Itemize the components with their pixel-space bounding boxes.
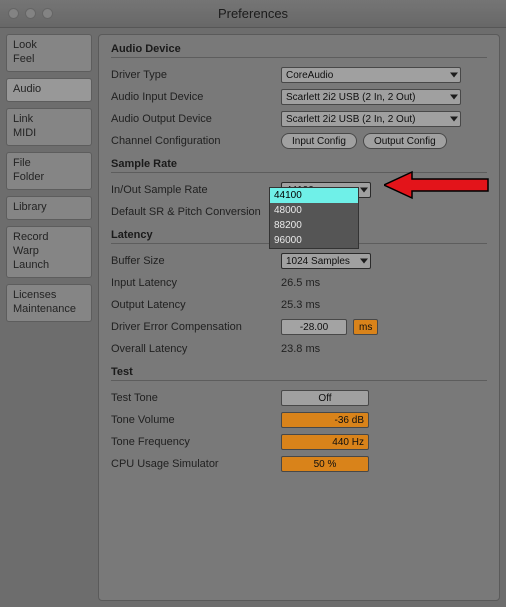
sidebar-item-warp[interactable]: Warp <box>13 244 85 258</box>
tone-volume-label: Tone Volume <box>111 414 281 426</box>
chevron-down-icon <box>360 259 368 264</box>
audio-input-label: Audio Input Device <box>111 91 281 103</box>
sidebar-group-look[interactable]: Look Feel <box>6 34 92 72</box>
sidebar-group-audio[interactable]: Audio <box>6 78 92 102</box>
test-tone-toggle[interactable]: Off <box>281 390 369 406</box>
overall-latency-value: 23.8 ms <box>281 343 320 355</box>
sidebar-item-audio[interactable]: Audio <box>13 82 85 96</box>
tone-freq-field[interactable]: 440 Hz <box>281 434 369 450</box>
sidebar-item-file[interactable]: File <box>13 156 85 170</box>
sample-rate-option[interactable]: 96000 <box>270 233 358 248</box>
audio-input-select[interactable]: Scarlett 2i2 USB (2 In, 2 Out) <box>281 89 461 105</box>
test-tone-label: Test Tone <box>111 392 281 404</box>
audio-output-value: Scarlett 2i2 USB (2 In, 2 Out) <box>286 114 416 125</box>
error-comp-unit: ms <box>353 319 378 335</box>
sample-rate-option[interactable]: 44100 <box>270 188 358 203</box>
sidebar-group-record[interactable]: Record Warp Launch <box>6 226 92 278</box>
sidebar-item-licenses[interactable]: Licenses <box>13 288 85 302</box>
output-latency-value: 25.3 ms <box>281 299 320 311</box>
sidebar: Look Feel Audio Link MIDI File Folder Li… <box>6 34 92 601</box>
arrow-annotation-icon <box>384 170 490 200</box>
output-latency-label: Output Latency <box>111 299 281 311</box>
chevron-down-icon <box>450 95 458 100</box>
driver-type-label: Driver Type <box>111 69 281 81</box>
sidebar-item-link[interactable]: Link <box>13 112 85 126</box>
error-comp-label: Driver Error Compensation <box>111 321 281 333</box>
window-body: Look Feel Audio Link MIDI File Folder Li… <box>0 28 506 607</box>
sample-rate-option[interactable]: 88200 <box>270 218 358 233</box>
channel-config-label: Channel Configuration <box>111 135 281 147</box>
chevron-down-icon <box>450 73 458 78</box>
sample-rate-dropdown[interactable]: 44100 48000 88200 96000 <box>269 187 359 249</box>
buffer-size-label: Buffer Size <box>111 255 281 267</box>
output-config-button[interactable]: Output Config <box>363 133 447 149</box>
preferences-window: Preferences Look Feel Audio Link MIDI Fi… <box>0 0 506 607</box>
input-config-button[interactable]: Input Config <box>281 133 357 149</box>
sidebar-group-licenses[interactable]: Licenses Maintenance <box>6 284 92 322</box>
tone-freq-label: Tone Frequency <box>111 436 281 448</box>
driver-type-select[interactable]: CoreAudio <box>281 67 461 83</box>
default-sr-label: Default SR & Pitch Conversion <box>111 206 281 218</box>
section-test: Test <box>111 366 487 381</box>
sidebar-item-maintenance[interactable]: Maintenance <box>13 302 85 316</box>
driver-type-value: CoreAudio <box>286 70 333 81</box>
audio-output-label: Audio Output Device <box>111 113 281 125</box>
window-title: Preferences <box>0 6 506 21</box>
input-latency-value: 26.5 ms <box>281 277 320 289</box>
overall-latency-label: Overall Latency <box>111 343 281 355</box>
error-comp-field[interactable]: -28.00 <box>281 319 347 335</box>
sidebar-item-feel[interactable]: Feel <box>13 52 85 66</box>
sidebar-group-library[interactable]: Library <box>6 196 92 220</box>
sidebar-item-library[interactable]: Library <box>13 200 85 214</box>
audio-input-value: Scarlett 2i2 USB (2 In, 2 Out) <box>286 92 416 103</box>
main-panel: Audio Device Driver Type CoreAudio Audio… <box>98 34 500 601</box>
buffer-size-select[interactable]: 1024 Samples <box>281 253 371 269</box>
inout-sample-rate-label: In/Out Sample Rate <box>111 184 281 196</box>
sidebar-group-link[interactable]: Link MIDI <box>6 108 92 146</box>
cpu-sim-label: CPU Usage Simulator <box>111 458 281 470</box>
sample-rate-option[interactable]: 48000 <box>270 203 358 218</box>
sidebar-group-file[interactable]: File Folder <box>6 152 92 190</box>
sidebar-item-midi[interactable]: MIDI <box>13 126 85 140</box>
sidebar-item-record[interactable]: Record <box>13 230 85 244</box>
buffer-size-value: 1024 Samples <box>286 256 350 267</box>
chevron-down-icon <box>360 188 368 193</box>
input-latency-label: Input Latency <box>111 277 281 289</box>
audio-output-select[interactable]: Scarlett 2i2 USB (2 In, 2 Out) <box>281 111 461 127</box>
cpu-sim-field[interactable]: 50 % <box>281 456 369 472</box>
chevron-down-icon <box>450 117 458 122</box>
sidebar-item-launch[interactable]: Launch <box>13 258 85 272</box>
sidebar-item-look[interactable]: Look <box>13 38 85 52</box>
section-audio-device: Audio Device <box>111 43 487 58</box>
sidebar-item-folder[interactable]: Folder <box>13 170 85 184</box>
tone-volume-field[interactable]: -36 dB <box>281 412 369 428</box>
titlebar: Preferences <box>0 0 506 28</box>
